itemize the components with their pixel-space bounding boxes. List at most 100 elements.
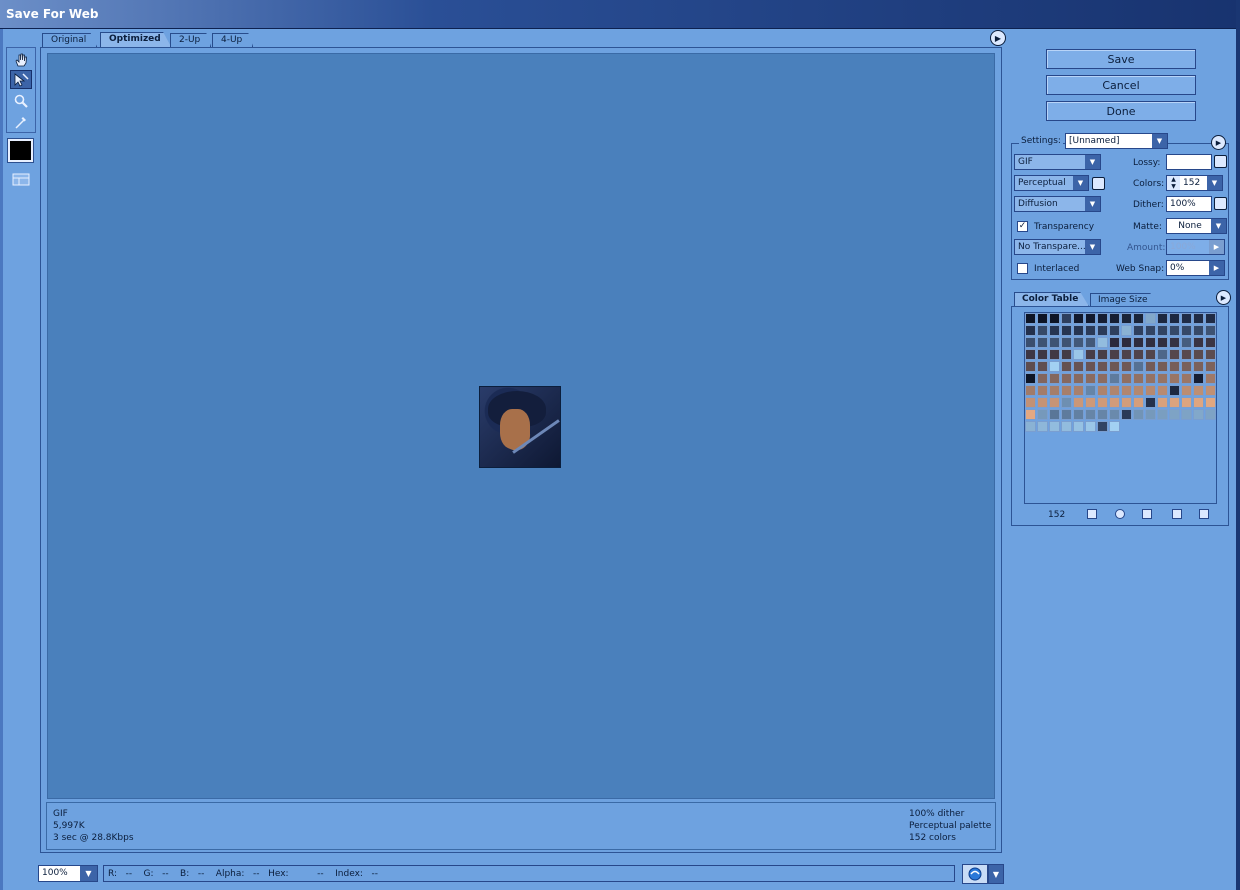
- matte-dropdown[interactable]: None ▼: [1166, 218, 1227, 234]
- color-swatch[interactable]: [1145, 373, 1156, 384]
- color-swatch[interactable]: [1037, 385, 1048, 396]
- done-button[interactable]: Done: [1046, 101, 1196, 121]
- color-swatch[interactable]: [1121, 325, 1132, 336]
- color-swatch[interactable]: [1205, 409, 1216, 420]
- tab-color-table[interactable]: Color Table: [1014, 292, 1090, 307]
- color-swatch[interactable]: [1073, 361, 1084, 372]
- color-swatch[interactable]: [1205, 325, 1216, 336]
- format-dropdown[interactable]: GIF ▼: [1014, 154, 1101, 170]
- color-swatch[interactable]: [1205, 337, 1216, 348]
- color-swatch[interactable]: [1073, 397, 1084, 408]
- trash-icon[interactable]: [1199, 509, 1209, 519]
- color-swatch[interactable]: [1037, 421, 1048, 432]
- color-swatch[interactable]: [1097, 325, 1108, 336]
- color-swatch[interactable]: [1085, 313, 1096, 324]
- color-swatch[interactable]: [1073, 349, 1084, 360]
- color-swatch[interactable]: [1193, 337, 1204, 348]
- save-button[interactable]: Save: [1046, 49, 1196, 69]
- color-swatch[interactable]: [1085, 421, 1096, 432]
- dither-algorithm-dropdown[interactable]: Diffusion ▼: [1014, 196, 1101, 212]
- color-swatch[interactable]: [1169, 385, 1180, 396]
- color-swatch[interactable]: [1073, 325, 1084, 336]
- color-swatch[interactable]: [1193, 409, 1204, 420]
- color-swatch[interactable]: [1061, 373, 1072, 384]
- settings-menu-icon[interactable]: ▶: [1211, 135, 1226, 150]
- browser-dropdown-arrow[interactable]: ▼: [988, 864, 1004, 884]
- color-swatch[interactable]: [1133, 313, 1144, 324]
- color-swatch[interactable]: [1049, 361, 1060, 372]
- color-swatch[interactable]: [1061, 409, 1072, 420]
- color-swatch[interactable]: [1097, 313, 1108, 324]
- color-swatch[interactable]: [1037, 337, 1048, 348]
- color-swatch[interactable]: [1085, 361, 1096, 372]
- tab-image-size[interactable]: Image Size: [1090, 293, 1159, 307]
- color-swatch[interactable]: [1157, 409, 1168, 420]
- color-swatch[interactable]: [1085, 397, 1096, 408]
- color-swatch[interactable]: [1049, 421, 1060, 432]
- palette-mask-icon[interactable]: [1092, 177, 1105, 190]
- zoom-dropdown-arrow[interactable]: ▼: [80, 866, 97, 881]
- color-swatch[interactable]: [1073, 313, 1084, 324]
- color-swatch[interactable]: [1145, 361, 1156, 372]
- color-swatch[interactable]: [1073, 421, 1084, 432]
- color-swatch[interactable]: [1193, 325, 1204, 336]
- color-swatch[interactable]: [1169, 337, 1180, 348]
- color-swatch[interactable]: [1049, 313, 1060, 324]
- color-swatch[interactable]: [1037, 361, 1048, 372]
- color-swatch[interactable]: [1097, 385, 1108, 396]
- dither-field[interactable]: 100%: [1166, 196, 1212, 212]
- color-swatch[interactable]: [1121, 337, 1132, 348]
- color-swatch[interactable]: [1097, 337, 1108, 348]
- color-swatch[interactable]: [1109, 313, 1120, 324]
- color-swatch[interactable]: [1025, 385, 1036, 396]
- web-shift-icon[interactable]: [1115, 509, 1125, 519]
- color-swatch[interactable]: [1061, 325, 1072, 336]
- color-swatch[interactable]: [1205, 385, 1216, 396]
- color-swatch[interactable]: [1205, 361, 1216, 372]
- slice-select-icon[interactable]: [10, 70, 32, 89]
- color-swatch[interactable]: [1181, 397, 1192, 408]
- color-swatch[interactable]: [1121, 313, 1132, 324]
- color-swatch[interactable]: [1157, 385, 1168, 396]
- color-swatch[interactable]: [1049, 397, 1060, 408]
- dither-mask-icon[interactable]: [1214, 197, 1227, 210]
- color-swatch[interactable]: [1133, 385, 1144, 396]
- color-swatch[interactable]: [1133, 397, 1144, 408]
- preview-menu-icon[interactable]: ▶: [990, 30, 1006, 46]
- color-swatch[interactable]: [1181, 373, 1192, 384]
- color-swatch[interactable]: [1061, 337, 1072, 348]
- color-swatch[interactable]: [1109, 409, 1120, 420]
- preview-image[interactable]: [479, 386, 561, 468]
- color-swatch[interactable]: [1157, 313, 1168, 324]
- color-swatch[interactable]: [1085, 409, 1096, 420]
- color-swatch[interactable]: [1181, 349, 1192, 360]
- color-swatch[interactable]: [1133, 337, 1144, 348]
- color-swatch[interactable]: [1025, 325, 1036, 336]
- lossy-field[interactable]: [1166, 154, 1212, 170]
- color-swatch[interactable]: [1205, 373, 1216, 384]
- color-swatch[interactable]: [1193, 361, 1204, 372]
- color-swatch[interactable]: [1121, 385, 1132, 396]
- color-swatch[interactable]: [1157, 397, 1168, 408]
- color-swatch[interactable]: [1181, 325, 1192, 336]
- color-swatch[interactable]: [1025, 337, 1036, 348]
- color-swatch[interactable]: [1073, 385, 1084, 396]
- color-table-menu-icon[interactable]: ▶: [1216, 290, 1231, 305]
- color-swatch[interactable]: [1181, 313, 1192, 324]
- color-swatch[interactable]: [1169, 313, 1180, 324]
- zoom-icon[interactable]: [10, 91, 32, 110]
- lock-color-icon[interactable]: [1142, 509, 1152, 519]
- color-swatch[interactable]: [1145, 313, 1156, 324]
- color-swatch[interactable]: [1157, 337, 1168, 348]
- toggle-slices-icon[interactable]: [11, 171, 31, 187]
- colors-stepper[interactable]: ▲ ▼: [1167, 176, 1180, 190]
- color-swatch[interactable]: [1097, 373, 1108, 384]
- color-swatch[interactable]: [1025, 397, 1036, 408]
- color-swatch[interactable]: [1097, 409, 1108, 420]
- color-swatch[interactable]: [1049, 409, 1060, 420]
- color-swatch[interactable]: [1085, 325, 1096, 336]
- tab-4-up[interactable]: 4-Up: [212, 33, 254, 47]
- color-swatch[interactable]: [1157, 349, 1168, 360]
- color-swatch[interactable]: [1121, 409, 1132, 420]
- color-swatch[interactable]: [1049, 337, 1060, 348]
